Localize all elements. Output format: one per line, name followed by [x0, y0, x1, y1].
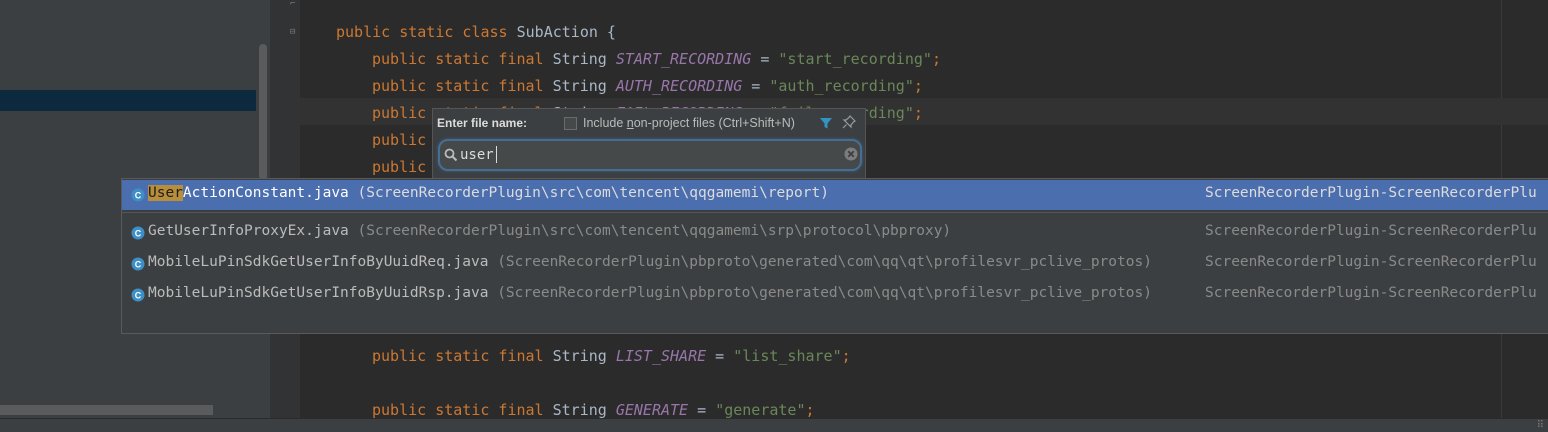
results-separator	[122, 212, 1548, 213]
status-bar: ⠿	[0, 418, 1548, 432]
code-token: "list_share"	[733, 347, 842, 365]
svg-text:C: C	[135, 291, 142, 301]
include-non-project-checkbox[interactable]	[564, 117, 577, 130]
java-class-icon: C	[131, 226, 145, 240]
code-token: public static final	[372, 77, 553, 95]
file-result-row[interactable]: C MobileLuPinSdkGetUserInfoByUuidRsp.jav…	[122, 280, 1548, 310]
code-token: START_RECORDING	[615, 50, 752, 68]
code-token: public	[372, 131, 427, 149]
code-token: SubAction {	[516, 23, 616, 41]
project-tree-selected-row[interactable]	[0, 90, 256, 111]
code-token: "start_recording"	[778, 50, 932, 68]
text-caret	[496, 146, 497, 163]
code-token: public static final	[372, 50, 553, 68]
pin-icon[interactable]	[842, 115, 856, 131]
enter-file-name-label: Enter file name:	[437, 116, 528, 130]
code-token: ;	[841, 347, 851, 365]
svg-text:C: C	[135, 229, 142, 239]
code-token: String	[552, 347, 616, 365]
svg-text:C: C	[135, 260, 142, 270]
fold-marker-icon[interactable]: ⊟	[290, 28, 299, 37]
project-vertical-scrollbar[interactable]	[259, 44, 267, 180]
search-input[interactable]	[460, 145, 840, 165]
code-token: =	[751, 50, 779, 68]
code-token: public	[372, 158, 427, 176]
file-result-row[interactable]: C MobileLuPinSdkGetUserInfoByUuidReq.jav…	[122, 249, 1548, 279]
code-token: =	[706, 347, 734, 365]
fold-marker-icon[interactable]: ⌐	[290, 0, 299, 9]
filter-icon[interactable]	[819, 116, 833, 130]
code-token: =	[688, 401, 716, 419]
code-line: public static final String AUTH_RECORDIN…	[372, 76, 923, 96]
code-line: public static final String GENERATE = "g…	[372, 400, 815, 420]
svg-text:C: C	[135, 191, 142, 201]
code-token: public static final	[372, 347, 553, 365]
code-line: public static final String START_RECORDI…	[372, 49, 941, 69]
code-token: String	[552, 77, 616, 95]
file-result-row[interactable]: C UserActionConstant.java (ScreenRecorde…	[122, 180, 1548, 210]
goto-file-popup: Enter file name: Include non-project fil…	[432, 108, 866, 180]
code-token: String	[552, 401, 616, 419]
file-result-row[interactable]: C GetUserInfoProxyEx.java (ScreenRecorde…	[122, 218, 1548, 248]
java-class-icon: C	[131, 188, 145, 202]
code-token: public static final	[372, 401, 553, 419]
file-name-search-field[interactable]	[438, 139, 862, 171]
java-class-icon: C	[131, 257, 145, 271]
clear-icon[interactable]	[843, 146, 859, 162]
code-token: AUTH_RECORDING	[615, 77, 743, 95]
code-token: "auth_recording"	[769, 77, 914, 95]
code-token: String	[552, 50, 616, 68]
code-token: ;	[913, 77, 923, 95]
file-results-list: C UserActionConstant.java (ScreenRecorde…	[121, 178, 1548, 334]
code-token: ;	[805, 401, 815, 419]
search-icon	[444, 148, 458, 162]
code-token: =	[742, 77, 770, 95]
code-token: ;	[931, 50, 941, 68]
code-token: public static class	[336, 23, 517, 41]
resize-grip-icon[interactable]: ⠿	[1537, 421, 1544, 431]
java-class-icon: C	[131, 288, 145, 302]
code-token: GENERATE	[615, 401, 689, 419]
code-token: ;	[913, 104, 923, 122]
project-horizontal-scrollbar[interactable]	[0, 405, 213, 415]
include-non-project-label[interactable]: Include non-project files (Ctrl+Shift+N)	[583, 116, 795, 130]
code-line: public static class SubAction {	[336, 22, 616, 42]
code-token: "generate"	[715, 401, 806, 419]
code-line: public static final String LIST_SHARE = …	[372, 346, 851, 366]
code-token: LIST_SHARE	[615, 347, 707, 365]
